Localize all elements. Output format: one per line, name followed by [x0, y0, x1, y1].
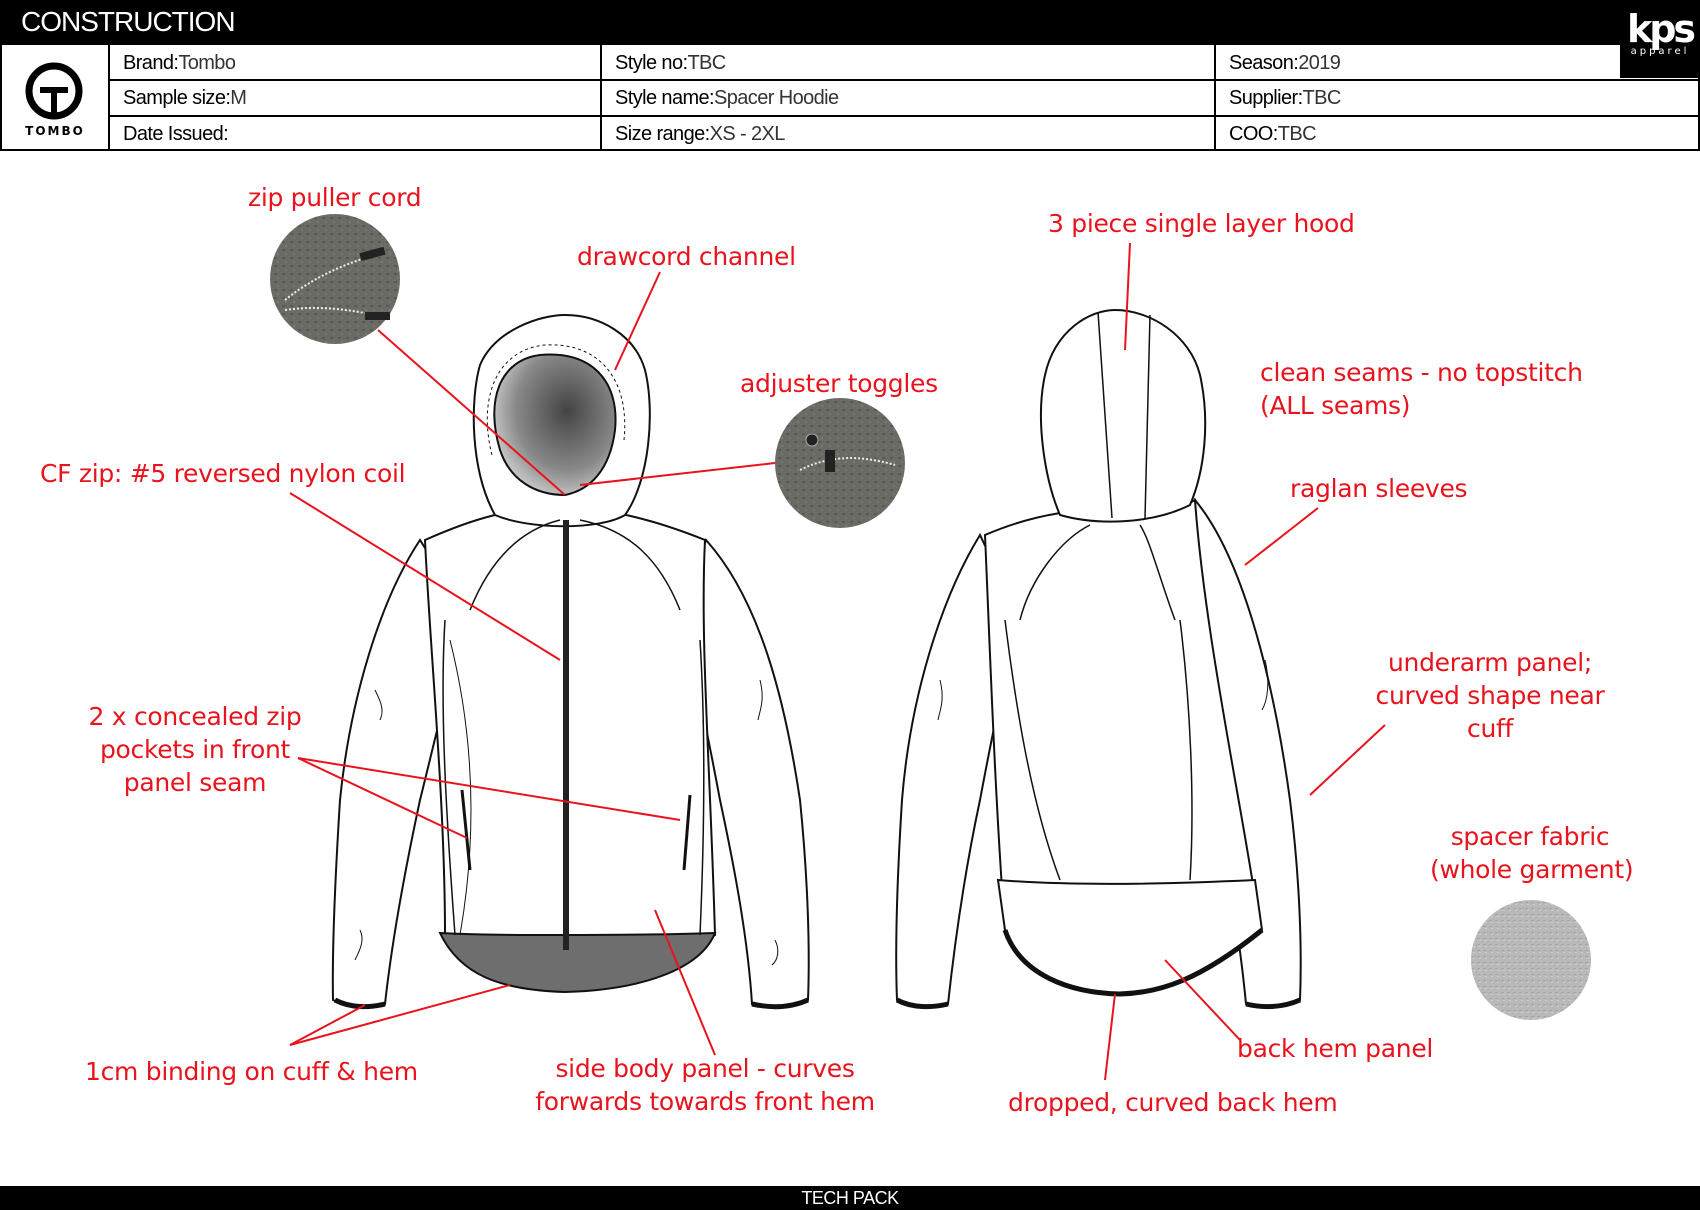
annotation-back-hem-panel: back hem panel [1237, 1034, 1434, 1063]
annotation-hood: 3 piece single layer hood [1048, 209, 1355, 238]
adjuster-toggles-swatch [775, 398, 905, 528]
annotation-cf-zip: CF zip: #5 reversed nylon coil [40, 459, 406, 488]
annotation-concealed-pockets: 2 x concealed zip pockets in front panel… [88, 702, 302, 797]
annotation-zip-puller-cord: zip puller cord [248, 183, 422, 212]
footer-bar: TECH PACK [0, 1186, 1700, 1210]
annotation-adjuster-toggles: adjuster toggles [740, 369, 938, 398]
annotation-underarm-panel: underarm panel; curved shape near cuff [1375, 648, 1605, 743]
annotation-spacer-fabric: spacer fabric (whole garment) [1430, 822, 1634, 884]
annotation-drawcord-channel: drawcord channel [577, 242, 796, 271]
annotation-clean-seams: clean seams - no topstitch (ALL seams) [1260, 358, 1583, 420]
zip-puller-swatch [270, 214, 400, 344]
annotation-dropped-back-hem: dropped, curved back hem [1008, 1088, 1338, 1117]
annotation-side-body-panel: side body panel - curves forwards toward… [535, 1054, 875, 1116]
annotation-raglan-sleeves: raglan sleeves [1290, 474, 1468, 503]
spacer-fabric-swatch [1471, 900, 1591, 1020]
front-hoodie-flat [331, 313, 810, 1010]
annotation-binding: 1cm binding on cuff & hem [85, 1057, 418, 1086]
back-hoodie-flat [895, 308, 1302, 1010]
